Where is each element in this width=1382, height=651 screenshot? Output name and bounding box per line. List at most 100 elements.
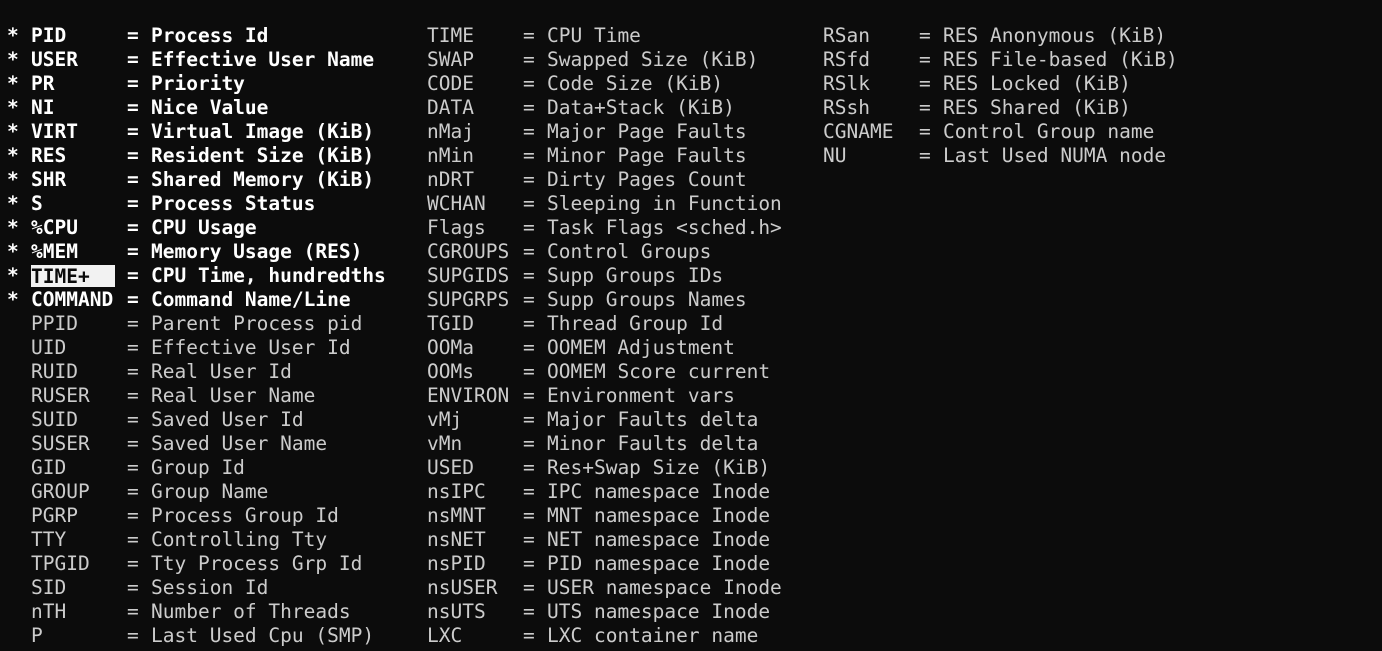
field-code[interactable]: RSfd xyxy=(823,48,870,72)
field-code[interactable]: PR xyxy=(31,72,54,96)
field-code[interactable]: GID xyxy=(31,456,66,480)
field-code[interactable]: RSsh xyxy=(823,96,870,120)
field-description: Res+Swap Size (KiB) xyxy=(547,456,771,479)
field-code[interactable]: nMaj xyxy=(427,120,474,144)
field-active-marker: * xyxy=(7,240,19,263)
field-equals-sign: = xyxy=(523,96,535,119)
field-code[interactable]: TIME+ xyxy=(31,265,115,288)
field-code[interactable]: RUID xyxy=(31,360,78,384)
field-code[interactable]: NU xyxy=(823,144,846,168)
field-code[interactable]: SWAP xyxy=(427,48,474,72)
field-code[interactable]: PID xyxy=(31,24,66,48)
field-code[interactable]: SUID xyxy=(31,408,78,432)
field-code[interactable]: SID xyxy=(31,576,66,600)
field-code[interactable]: nTH xyxy=(31,600,66,624)
field-description: Process Group Id xyxy=(151,504,339,527)
field-equals-sign: = xyxy=(127,264,139,287)
field-code[interactable]: ENVIRON xyxy=(427,384,509,408)
field-code[interactable]: nsNET xyxy=(427,528,486,552)
field-code[interactable]: nMin xyxy=(427,144,474,168)
field-equals-sign: = xyxy=(523,384,535,407)
field-code[interactable]: SUPGRPS xyxy=(427,288,509,312)
field-equals-sign: = xyxy=(523,72,535,95)
field-code[interactable]: RSan xyxy=(823,24,870,48)
field-description: Code Size (KiB) xyxy=(547,72,724,95)
field-code[interactable]: NI xyxy=(31,96,54,120)
field-description: Sleeping in Function xyxy=(547,192,782,215)
field-equals-sign: = xyxy=(523,288,535,311)
field-description: Process Id xyxy=(151,24,269,47)
field-code[interactable]: OOMs xyxy=(427,360,474,384)
field-code[interactable]: %MEM xyxy=(31,240,78,264)
field-code[interactable]: TPGID xyxy=(31,552,90,576)
field-equals-sign: = xyxy=(127,552,139,575)
field-code[interactable]: nsIPC xyxy=(427,480,486,504)
field-code[interactable]: RUSER xyxy=(31,384,90,408)
field-description: Parent Process pid xyxy=(151,312,363,335)
field-code[interactable]: RSlk xyxy=(823,72,870,96)
field-description: RES Shared (KiB) xyxy=(943,96,1131,119)
field-code[interactable]: %CPU xyxy=(31,216,78,240)
field-description: CPU Time, hundredths xyxy=(151,264,386,287)
field-equals-sign: = xyxy=(919,48,931,71)
field-code[interactable]: P xyxy=(31,624,43,648)
field-active-marker: * xyxy=(7,216,19,239)
field-code[interactable]: UID xyxy=(31,336,66,360)
field-description: Shared Memory (KiB) xyxy=(151,168,375,191)
field-description: MNT namespace Inode xyxy=(547,504,771,527)
field-description: Saved User Id xyxy=(151,408,304,431)
field-code[interactable]: GROUP xyxy=(31,480,90,504)
field-code[interactable]: Flags xyxy=(427,216,486,240)
field-code[interactable]: WCHAN xyxy=(427,192,486,216)
field-description: LXC container name xyxy=(547,624,759,647)
field-description: RES File-based (KiB) xyxy=(943,48,1178,71)
field-code[interactable]: CGNAME xyxy=(823,120,893,144)
field-code[interactable]: SUPGIDS xyxy=(427,264,509,288)
field-equals-sign: = xyxy=(127,144,139,167)
field-equals-sign: = xyxy=(127,360,139,383)
field-code[interactable]: TGID xyxy=(427,312,474,336)
field-code[interactable]: TIME xyxy=(427,24,474,48)
field-equals-sign: = xyxy=(127,384,139,407)
field-code[interactable]: S xyxy=(31,192,43,216)
field-code[interactable]: CGROUPS xyxy=(427,240,509,264)
field-code[interactable]: USER xyxy=(31,48,78,72)
field-description: Command Name/Line xyxy=(151,288,351,311)
field-code[interactable]: nsMNT xyxy=(427,504,486,528)
field-code[interactable]: SHR xyxy=(31,168,66,192)
field-description: Group Id xyxy=(151,456,245,479)
field-code[interactable]: PPID xyxy=(31,312,78,336)
field-equals-sign: = xyxy=(127,48,139,71)
field-code[interactable]: nDRT xyxy=(427,168,474,192)
field-code[interactable]: TTY xyxy=(31,528,66,552)
field-code[interactable]: OOMa xyxy=(427,336,474,360)
field-code[interactable]: VIRT xyxy=(31,120,78,144)
field-code[interactable]: nsPID xyxy=(427,552,486,576)
field-code[interactable]: RES xyxy=(31,144,66,168)
field-description: NET namespace Inode xyxy=(547,528,771,551)
field-code[interactable]: nsUTS xyxy=(427,600,486,624)
field-code[interactable]: COMMAND xyxy=(31,288,113,312)
field-description: Dirty Pages Count xyxy=(547,168,747,191)
field-description: PID namespace Inode xyxy=(547,552,771,575)
field-code[interactable]: nsUSER xyxy=(427,576,497,600)
field-equals-sign: = xyxy=(523,504,535,527)
field-equals-sign: = xyxy=(919,96,931,119)
field-description: OOMEM Score current xyxy=(547,360,771,383)
field-code[interactable]: SUSER xyxy=(31,432,90,456)
field-equals-sign: = xyxy=(523,144,535,167)
field-active-marker: * xyxy=(7,288,19,311)
field-code[interactable]: vMj xyxy=(427,408,462,432)
field-equals-sign: = xyxy=(127,240,139,263)
field-code[interactable]: vMn xyxy=(427,432,462,456)
field-code[interactable]: USED xyxy=(427,456,474,480)
field-equals-sign: = xyxy=(127,72,139,95)
field-description: Saved User Name xyxy=(151,432,328,455)
field-code[interactable]: CODE xyxy=(427,72,474,96)
field-description: Process Status xyxy=(151,192,316,215)
field-code[interactable]: DATA xyxy=(427,96,474,120)
field-description: UTS namespace Inode xyxy=(547,600,771,623)
field-equals-sign: = xyxy=(523,168,535,191)
field-code[interactable]: LXC xyxy=(427,624,462,648)
field-code[interactable]: PGRP xyxy=(31,504,78,528)
